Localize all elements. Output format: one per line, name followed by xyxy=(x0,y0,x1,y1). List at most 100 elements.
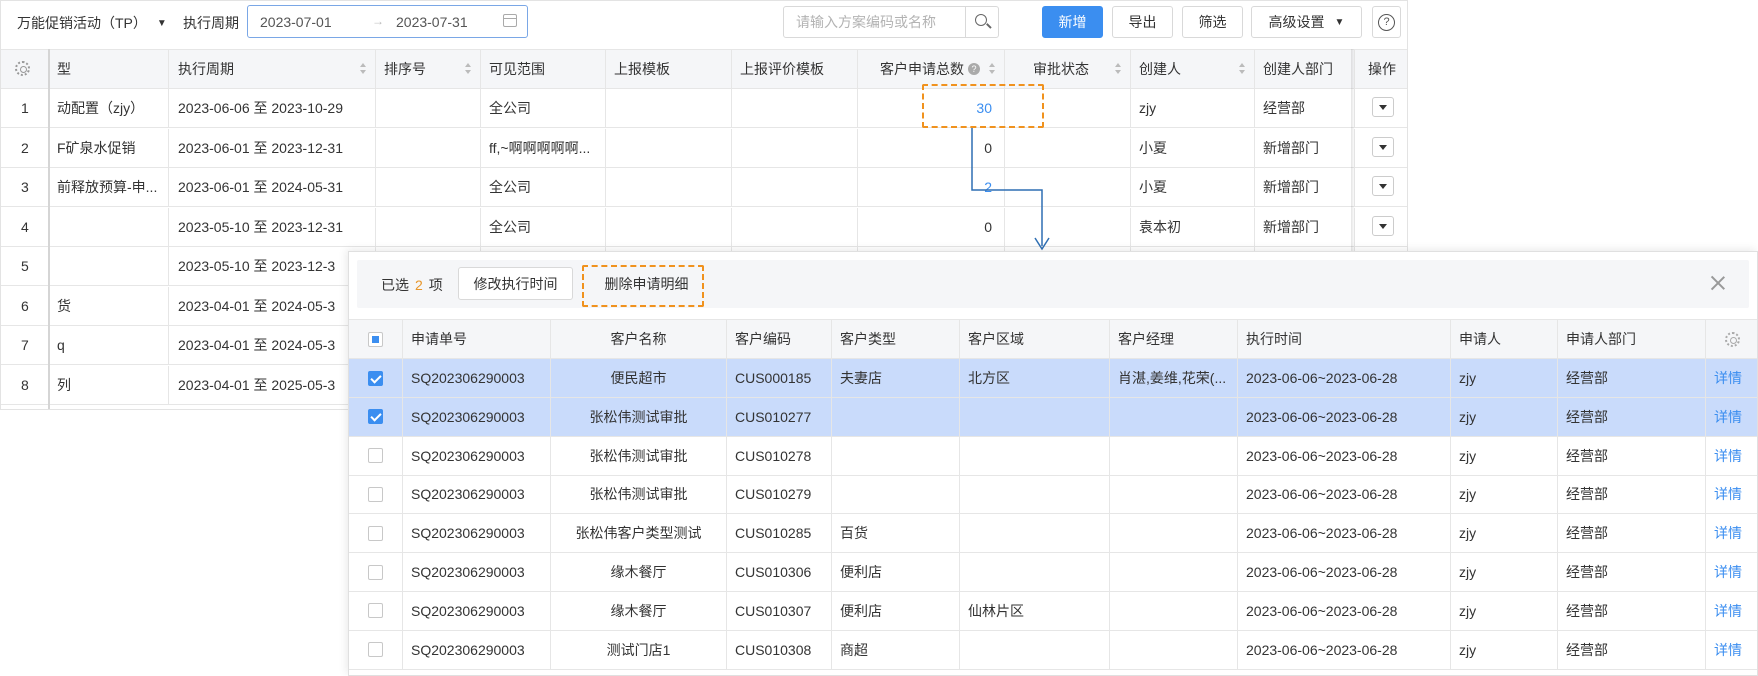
col-cust-type: 客户类型 xyxy=(832,320,960,358)
cell-cust-code: CUS010278 xyxy=(727,436,832,475)
col-applicant-label: 申请人 xyxy=(1459,331,1501,347)
table-row[interactable]: SQ202306290003 张松伟测试审批 CUS010278 2023-06-06… xyxy=(349,436,1757,476)
cell-cust-name: 张松伟客户类型测试 xyxy=(551,514,727,553)
cell-app-no-text: SQ202306290003 xyxy=(411,564,525,580)
detail-link[interactable]: 详情 xyxy=(1714,523,1742,543)
row-checkbox[interactable] xyxy=(368,525,383,541)
detail-link[interactable]: 详情 xyxy=(1714,562,1742,582)
cell-cust-type: 百货 xyxy=(832,514,960,553)
detail-link[interactable]: 详情 xyxy=(1714,484,1742,504)
cell-cust-region-text: 仙林片区 xyxy=(968,602,1024,619)
cell-app-no: SQ202306290003 xyxy=(403,630,551,669)
cell-cust-type-text: 百货 xyxy=(840,525,868,542)
row-select-cell[interactable] xyxy=(349,630,403,669)
row-select-cell[interactable] xyxy=(349,436,403,475)
table-row[interactable]: SQ202306290003 张松伟测试审批 CUS010279 2023-06-06… xyxy=(349,475,1757,515)
col-exec-time-label: 执行时间 xyxy=(1246,331,1302,347)
col-cust-manager: 客户经理 xyxy=(1110,320,1238,358)
cell-app-no-text: SQ202306290003 xyxy=(411,447,525,464)
cell-cust-name-text: 缘木餐厅 xyxy=(610,564,667,580)
cell-app-no: SQ202306290003 xyxy=(403,553,551,591)
row-checkbox[interactable] xyxy=(368,642,383,658)
detail-link[interactable]: 详情 xyxy=(1714,368,1742,388)
cell-cust-name: 便民超市 xyxy=(551,359,727,397)
table-row[interactable]: SQ202306290003 缘木餐厅 CUS010306 便利店 2023-06-06… xyxy=(349,553,1757,592)
cell-cust-name-text: 缘木餐厅 xyxy=(610,602,667,619)
col-cust-code: 客户编码 xyxy=(727,320,832,358)
cell-cust-region xyxy=(960,397,1110,436)
row-select-cell[interactable] xyxy=(349,359,403,397)
cell-exec-time: 2023-06-06~2023-06-28 xyxy=(1238,359,1451,397)
modify-time-button[interactable]: 修改执行时间 xyxy=(458,267,573,300)
close-icon[interactable] xyxy=(1711,276,1725,290)
cell-applicant-text: zjy xyxy=(1459,408,1477,425)
cell-applicant-dept-text: 经营部 xyxy=(1566,602,1608,619)
cell-cust-code-text: CUS010279 xyxy=(735,486,812,503)
cell-exec-time: 2023-06-06~2023-06-28 xyxy=(1238,630,1451,669)
cell-exec-time-text: 2023-06-06~2023-06-28 xyxy=(1246,370,1398,386)
cell-cust-code-text: CUS010285 xyxy=(735,525,812,542)
table-row[interactable]: SQ202306290003 张松伟测试审批 CUS010277 2023-06-06… xyxy=(349,397,1757,437)
batch-action-bar: 已选 2 项 修改执行时间 删除申请明细 xyxy=(357,260,1749,308)
cell-applicant-text: zjy xyxy=(1459,525,1477,542)
gear-icon[interactable] xyxy=(1725,332,1740,347)
row-select-cell[interactable] xyxy=(349,591,403,630)
cell-cust-type-text: 夫妻店 xyxy=(840,370,882,386)
table-row[interactable]: SQ202306290003 便民超市 CUS000185 夫妻店 北方区 肖湛,姜维,花… xyxy=(349,359,1757,398)
table-row[interactable]: SQ202306290003 测试门店1 CUS010308 商超 2023-06-06… xyxy=(349,630,1757,670)
cell-cust-code: CUS010277 xyxy=(727,397,832,436)
detail-link[interactable]: 详情 xyxy=(1714,601,1742,621)
col-applicant-dept: 申请人部门 xyxy=(1558,320,1706,358)
col-cust-type-label: 客户类型 xyxy=(840,331,896,347)
cell-app-no-text: SQ202306290003 xyxy=(411,641,525,658)
cell-cust-code: CUS010279 xyxy=(727,475,832,514)
cell-applicant: zjy xyxy=(1451,397,1558,436)
col-app-no: 申请单号 xyxy=(403,320,551,358)
cell-cust-type-text: 便利店 xyxy=(840,602,882,619)
row-checkbox[interactable] xyxy=(368,486,383,502)
cell-cust-type xyxy=(832,436,960,475)
detail-link[interactable]: 详情 xyxy=(1714,407,1742,427)
cell-cust-type: 商超 xyxy=(832,630,960,669)
row-checkbox[interactable] xyxy=(368,409,383,425)
cell-cust-type xyxy=(832,397,960,436)
row-checkbox[interactable] xyxy=(368,370,383,386)
table-row[interactable]: SQ202306290003 张松伟客户类型测试 CUS010285 百货 2023-0… xyxy=(349,514,1757,554)
table-row[interactable]: SQ202306290003 缘木餐厅 CUS010307 便利店 仙林片区 2023-0… xyxy=(349,591,1757,631)
cell-applicant: zjy xyxy=(1451,514,1558,553)
cell-exec-time-text: 2023-06-06~2023-06-28 xyxy=(1246,447,1398,464)
detail-link[interactable]: 详情 xyxy=(1714,446,1742,466)
cell-applicant-dept-text: 经营部 xyxy=(1566,564,1608,580)
select-all-cell[interactable] xyxy=(349,320,403,358)
cell-applicant: zjy xyxy=(1451,591,1558,630)
row-checkbox[interactable] xyxy=(368,564,383,580)
cell-action: 详情 xyxy=(1706,514,1757,552)
cell-applicant-dept-text: 经营部 xyxy=(1566,408,1608,425)
row-select-cell[interactable] xyxy=(349,553,403,591)
col-applicant: 申请人 xyxy=(1451,320,1558,358)
cell-cust-type-text: 商超 xyxy=(840,641,868,658)
cell-applicant-dept: 经营部 xyxy=(1558,514,1706,553)
cell-app-no: SQ202306290003 xyxy=(403,397,551,436)
col-cust-region-label: 客户区域 xyxy=(968,331,1024,347)
select-all-checkbox[interactable] xyxy=(368,331,383,347)
cell-exec-time: 2023-06-06~2023-06-28 xyxy=(1238,397,1451,436)
cell-cust-type: 便利店 xyxy=(832,591,960,630)
cell-cust-region: 仙林片区 xyxy=(960,591,1110,630)
row-checkbox[interactable] xyxy=(368,448,383,464)
row-checkbox[interactable] xyxy=(368,603,383,619)
row-select-cell[interactable] xyxy=(349,475,403,514)
row-select-cell[interactable] xyxy=(349,514,403,553)
cell-cust-type: 便利店 xyxy=(832,553,960,591)
cell-applicant-dept: 经营部 xyxy=(1558,553,1706,591)
detail-link[interactable]: 详情 xyxy=(1714,640,1742,660)
cell-app-no: SQ202306290003 xyxy=(403,436,551,475)
cell-cust-type: 夫妻店 xyxy=(832,359,960,397)
cell-cust-code-text: CUS010307 xyxy=(735,602,812,619)
row-select-cell[interactable] xyxy=(349,397,403,436)
cell-applicant-text: zjy xyxy=(1459,486,1477,503)
col-cust-region: 客户区域 xyxy=(960,320,1110,358)
cell-applicant: zjy xyxy=(1451,436,1558,475)
cell-cust-region: 北方区 xyxy=(960,359,1110,397)
cell-cust-manager: 肖湛,姜维,花荣(... xyxy=(1110,359,1238,397)
